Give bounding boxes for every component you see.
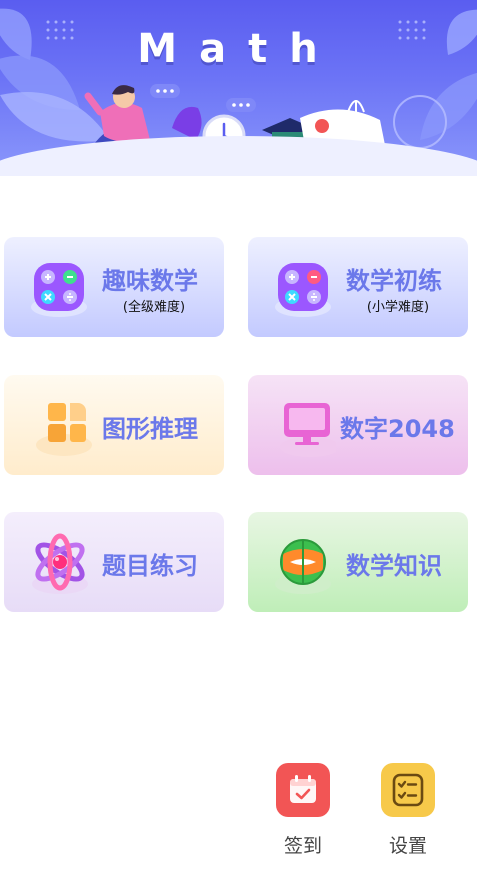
calendar-check-icon <box>276 763 330 817</box>
calculator-icon <box>275 263 331 317</box>
home-screen: Math 趣味数学 (全级难度) 数学初练 (小学难度) 图形推理 数字2048… <box>0 0 477 869</box>
tile-math-practice[interactable]: 数学初练 (小学难度) <box>248 237 468 337</box>
tile-title: 趣味数学 <box>102 267 198 295</box>
tile-title: 数学初练 <box>346 267 442 295</box>
tile-math-knowledge[interactable]: 数学知识 <box>248 512 468 612</box>
hero-banner: Math <box>0 0 477 176</box>
tile-title: 数字2048 <box>340 415 455 443</box>
tile-subtitle: (全级难度) <box>122 300 186 315</box>
calculator-icon <box>31 263 87 317</box>
tile-title: 图形推理 <box>102 415 198 443</box>
tile-question-practice[interactable]: 题目练习 <box>4 512 224 612</box>
atom-icon <box>32 533 88 594</box>
shapes-icon <box>36 403 92 456</box>
tile-shape-reasoning[interactable]: 图形推理 <box>4 375 224 475</box>
banner-title: Math <box>137 26 340 72</box>
tile-title: 数学知识 <box>346 552 442 580</box>
settings-label: 设置 <box>388 835 427 857</box>
settings-button[interactable]: 设置 <box>373 763 443 863</box>
globe-icon <box>275 539 331 594</box>
check-in-label: 签到 <box>283 835 322 857</box>
tile-fun-math[interactable]: 趣味数学 (全级难度) <box>4 237 224 337</box>
tile-title: 题目练习 <box>102 552 198 580</box>
check-in-button[interactable]: 签到 <box>268 763 338 863</box>
tile-subtitle: (小学难度) <box>366 300 430 315</box>
monitor-icon <box>280 403 336 457</box>
checklist-icon <box>381 763 435 817</box>
tile-2048-game[interactable]: 数字2048 <box>248 375 468 475</box>
